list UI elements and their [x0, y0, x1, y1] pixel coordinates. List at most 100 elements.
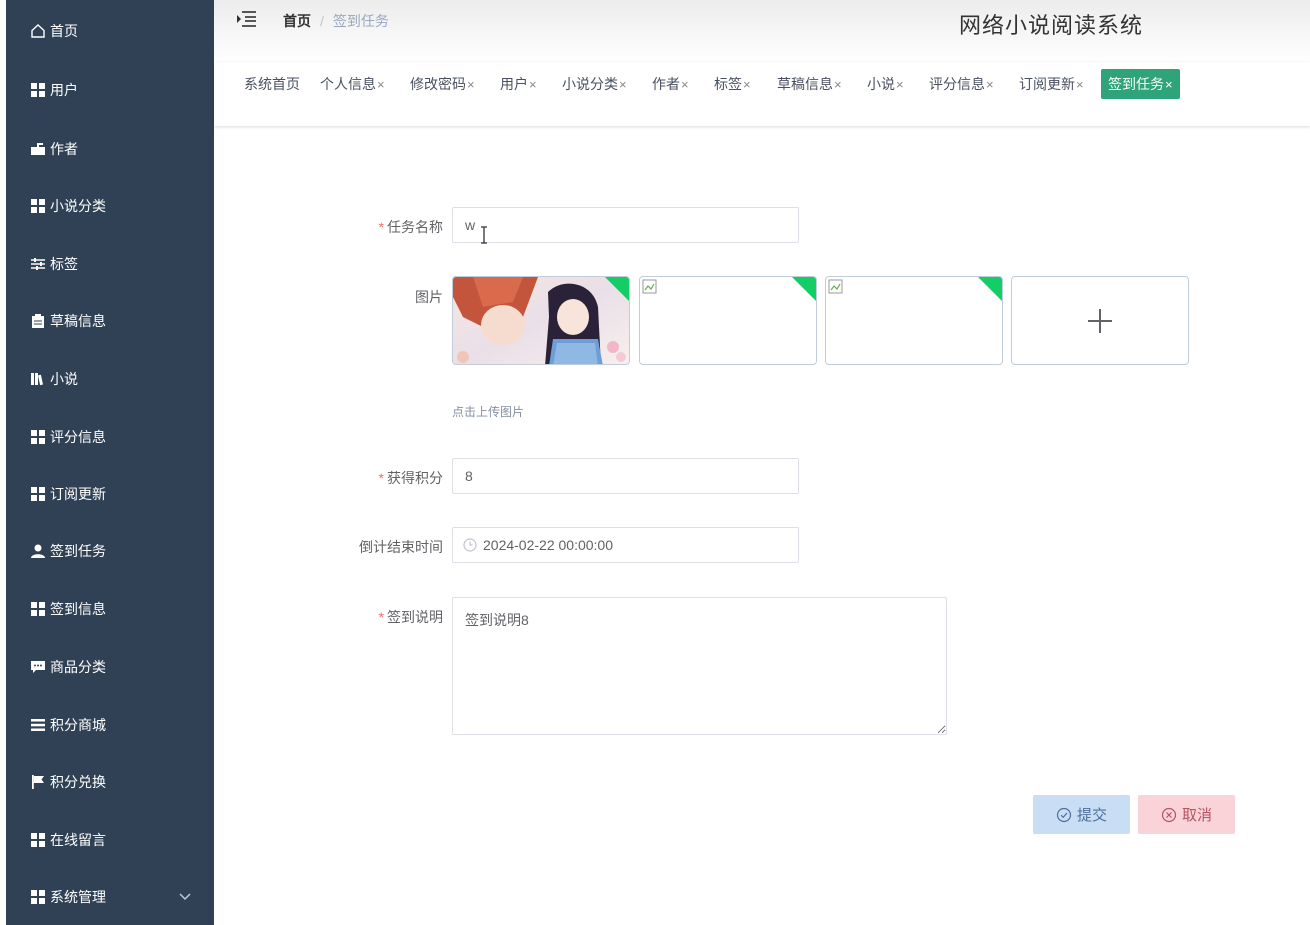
grid-icon [30, 889, 46, 905]
sidebar-item-drafts[interactable]: 草稿信息 [6, 301, 214, 341]
sidebar-item-users[interactable]: 用户 [6, 70, 214, 110]
tag-tags[interactable]: 标签 × [714, 69, 751, 99]
task-name-label: * 任务名称 [379, 217, 443, 237]
sidebar-item-label: 签到信息 [50, 601, 106, 617]
tag-subscriptions[interactable]: 订阅更新 × [1019, 69, 1084, 99]
tag-checkin-tasks[interactable]: 签到任务 × [1101, 69, 1180, 99]
books-icon [30, 371, 46, 387]
tag-system-home[interactable]: 系统首页 [244, 69, 300, 99]
cancel-label: 取消 [1181, 807, 1212, 824]
deadline-label: 倒计结束时间 [359, 539, 443, 555]
upload-success-corner [791, 277, 816, 302]
menu-toggle-icon[interactable] [236, 10, 256, 28]
tag-label: 系统首页 [244, 76, 300, 92]
image-upload-button[interactable] [1011, 276, 1189, 365]
sidebar-item-label: 小说分类 [50, 198, 106, 214]
sidebar: 首页 用户 作者 小说分类 标签 草稿信息 小说 评分信息 订阅更新 签到任务 … [6, 0, 214, 925]
sidebar-item-messages[interactable]: 在线留言 [6, 820, 214, 860]
tag-personal-info[interactable]: 个人信息 × [320, 69, 385, 99]
close-icon[interactable]: × [896, 77, 904, 92]
top-header: 首页 / 签到任务 网络小说阅读系统 [214, 0, 1310, 62]
sidebar-item-label: 系统管理 [50, 889, 106, 905]
sidebar-item-checkin-tasks[interactable]: 签到任务 [6, 531, 214, 571]
close-icon[interactable]: × [834, 77, 842, 92]
plus-icon [1088, 308, 1112, 333]
breadcrumb: 首页 / 签到任务 [283, 11, 389, 31]
system-title: 网络小说阅读系统 [959, 13, 1144, 38]
grid-icon [30, 429, 46, 445]
breadcrumb-separator: / [320, 13, 324, 29]
sliders-icon [30, 256, 46, 272]
sidebar-item-product-category[interactable]: 商品分类 [6, 647, 214, 687]
description-label-text: 签到说明 [387, 609, 443, 625]
tag-novel-category[interactable]: 小说分类 × [562, 69, 627, 99]
points-input[interactable] [452, 458, 799, 494]
close-icon[interactable]: × [681, 77, 689, 92]
sidebar-item-label: 订阅更新 [50, 486, 106, 502]
description-label: * 签到说明 [379, 607, 443, 627]
task-name-input[interactable] [452, 207, 799, 243]
close-icon[interactable]: × [467, 77, 475, 92]
submit-button[interactable]: 提交 [1033, 795, 1130, 834]
breadcrumb-current: 签到任务 [332, 13, 389, 29]
breadcrumb-home[interactable]: 首页 [283, 11, 311, 31]
grid-icon [30, 198, 46, 214]
sidebar-item-label: 积分兑换 [50, 774, 106, 790]
deadline-datetime-picker[interactable]: 2024-02-22 00:00:00 [452, 527, 799, 563]
upload-tip: 点击上传图片 [452, 405, 525, 419]
chevron-down-icon[interactable] [178, 889, 192, 903]
tag-ratings[interactable]: 评分信息 × [929, 69, 994, 99]
sidebar-item-label: 积分商城 [50, 717, 106, 733]
tag-drafts[interactable]: 草稿信息 × [777, 69, 842, 99]
sidebar-item-label: 草稿信息 [50, 313, 106, 329]
required-mark: * [378, 470, 384, 486]
close-icon[interactable]: × [377, 77, 385, 92]
sidebar-item-subscriptions[interactable]: 订阅更新 [6, 474, 214, 514]
sidebar-item-checkin-info[interactable]: 签到信息 [6, 589, 214, 629]
close-icon[interactable]: × [619, 77, 627, 92]
mailbox-icon [30, 141, 46, 157]
uploaded-image-3[interactable] [825, 276, 1003, 365]
flag-icon [30, 774, 46, 790]
clipboard-icon [30, 313, 46, 329]
uploaded-image-2[interactable] [639, 276, 817, 365]
close-icon[interactable]: × [986, 77, 994, 92]
tag-change-password[interactable]: 修改密码 × [410, 69, 475, 99]
tag-label: 用户 [500, 76, 528, 92]
tag-label: 订阅更新 [1019, 76, 1075, 92]
close-circle-icon [1161, 807, 1177, 822]
points-label: * 获得积分 [379, 468, 443, 488]
sidebar-item-label: 首页 [50, 23, 78, 39]
sidebar-item-novels[interactable]: 小说 [6, 359, 214, 399]
sidebar-item-tags[interactable]: 标签 [6, 244, 214, 284]
upload-success-corner [977, 277, 1002, 302]
tag-users[interactable]: 用户 × [500, 69, 537, 99]
sidebar-item-label: 作者 [50, 141, 78, 157]
sidebar-item-home[interactable]: 首页 [6, 11, 214, 51]
close-icon[interactable]: × [529, 77, 537, 92]
sidebar-item-system-management[interactable]: 系统管理 [6, 877, 214, 917]
grid-icon [30, 601, 46, 617]
sidebar-item-novel-category[interactable]: 小说分类 [6, 186, 214, 226]
close-icon[interactable]: × [1165, 77, 1173, 92]
sidebar-item-ratings[interactable]: 评分信息 [6, 417, 214, 457]
close-icon[interactable]: × [743, 77, 751, 92]
deadline-value: 2024-02-22 00:00:00 [483, 537, 613, 553]
sidebar-item-points-exchange[interactable]: 积分兑换 [6, 762, 214, 802]
tag-novels[interactable]: 小说 × [867, 69, 904, 99]
tag-label: 小说 [867, 76, 895, 92]
sidebar-item-label: 在线留言 [50, 832, 106, 848]
uploaded-image-1[interactable] [452, 276, 630, 365]
sidebar-item-authors[interactable]: 作者 [6, 129, 214, 169]
close-icon[interactable]: × [1076, 77, 1084, 92]
list-icon [30, 717, 46, 733]
tag-authors[interactable]: 作者 × [652, 69, 689, 99]
tag-label: 修改密码 [410, 76, 466, 92]
description-textarea[interactable]: 签到说明8 [452, 597, 947, 735]
tag-label: 作者 [652, 76, 680, 92]
tag-label: 签到任务 [1108, 76, 1164, 92]
sidebar-item-label: 小说 [50, 371, 78, 387]
cancel-button[interactable]: 取消 [1138, 795, 1235, 834]
sidebar-item-label: 签到任务 [50, 543, 106, 559]
sidebar-item-points-mall[interactable]: 积分商城 [6, 705, 214, 745]
